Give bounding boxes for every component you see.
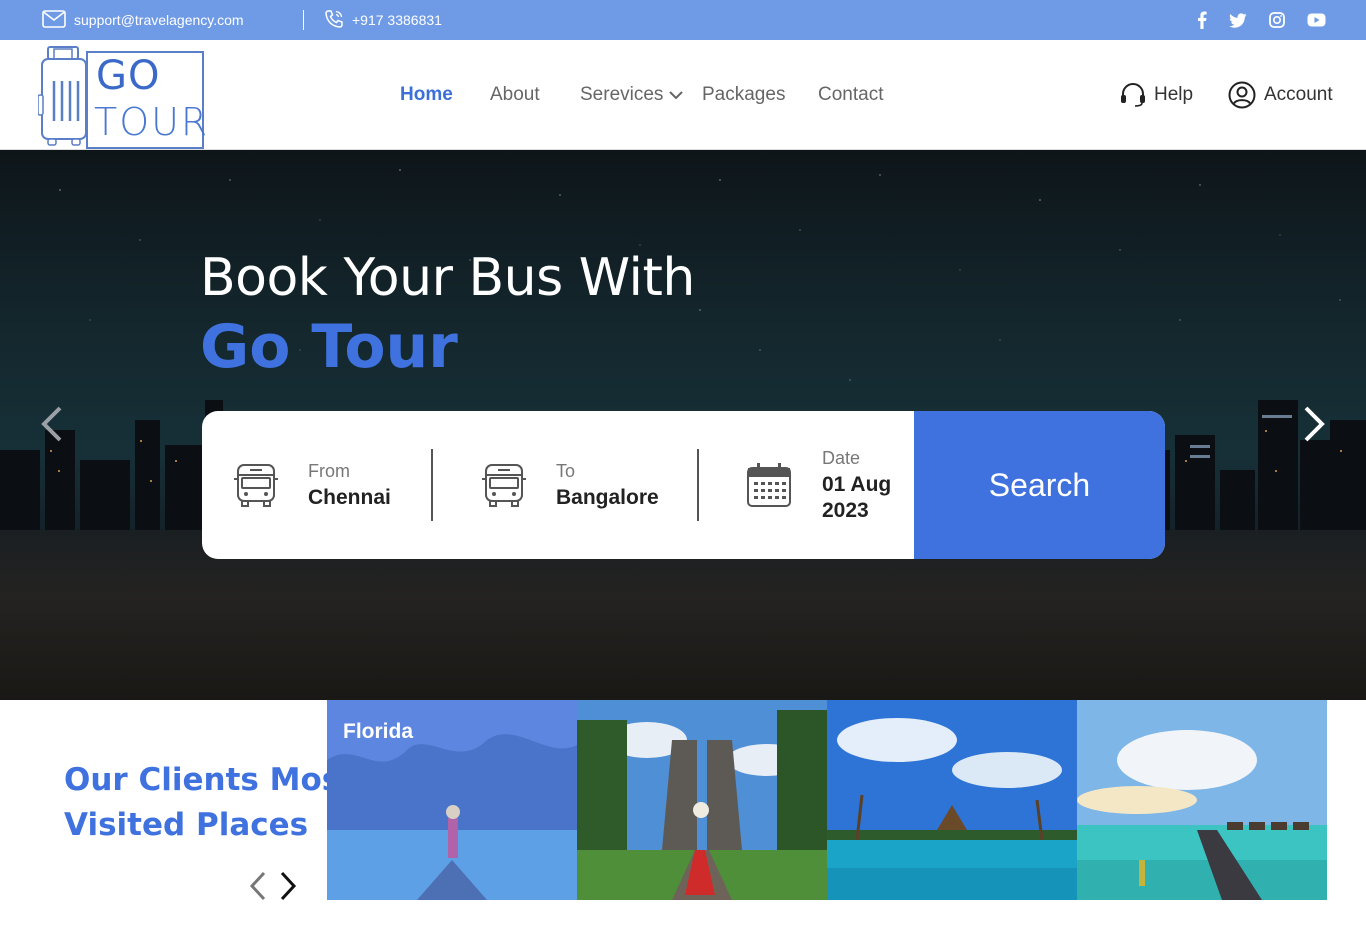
date-value-year: 2023 <box>822 498 869 522</box>
place-card-resort[interactable] <box>827 700 1077 900</box>
mail-icon <box>42 9 74 31</box>
instagram-icon[interactable] <box>1269 12 1285 28</box>
visited-places-section: Our Clients Most Visited Places Florida <box>0 700 1366 947</box>
bus-icon <box>482 464 526 507</box>
bus-search-form: From Chennai To Bangalore Date 01 Aug 20… <box>202 411 1165 559</box>
nav-home[interactable]: Home <box>400 84 453 106</box>
email-text: support@travelagency.com <box>74 12 244 28</box>
chevron-right-icon <box>1304 406 1325 442</box>
date-field[interactable]: Date 01 Aug 2023 <box>746 411 891 559</box>
hero-banner: Book Your Bus With Go Tour From Chennai … <box>0 150 1366 700</box>
calendar-icon <box>747 463 791 507</box>
nav-services-label: Serevices <box>580 84 664 105</box>
chevron-right-icon[interactable] <box>278 870 298 902</box>
visited-heading-line2: Visited Places <box>64 807 309 843</box>
visited-heading-line1: Our Clients Most <box>64 762 356 798</box>
place-card-temple[interactable] <box>577 700 827 900</box>
temple-gate-image <box>577 700 827 900</box>
facebook-icon[interactable] <box>1197 11 1207 29</box>
account-link[interactable]: Account <box>1228 40 1333 150</box>
suitcase-icon <box>38 46 87 146</box>
nav-about[interactable]: About <box>490 84 540 106</box>
date-label: Date <box>822 447 861 468</box>
place-card-maldives[interactable] <box>1077 700 1327 900</box>
phone-contact[interactable]: +917 3386831 <box>324 0 442 40</box>
headset-icon <box>1121 83 1145 107</box>
places-carousel-controls <box>248 870 298 902</box>
place-label: Florida <box>343 720 414 743</box>
topbar-divider <box>303 10 304 30</box>
email-contact[interactable]: support@travelagency.com <box>42 0 244 40</box>
to-field[interactable]: To Bangalore <box>480 411 659 559</box>
help-link[interactable]: Help <box>1120 40 1193 150</box>
chevron-left-icon <box>41 406 62 442</box>
logo-text-go: GO <box>96 53 161 99</box>
user-icon <box>1228 81 1256 109</box>
from-label: From <box>308 460 350 481</box>
account-label: Account <box>1264 84 1333 105</box>
to-label: To <box>556 460 576 481</box>
resort-pool-image <box>827 700 1077 900</box>
hero-next-arrow[interactable] <box>1302 405 1328 447</box>
nav-services[interactable]: Serevices <box>580 84 684 106</box>
logo-text-tour: TOUR <box>94 100 210 144</box>
date-value-day: 01 Aug <box>822 472 892 496</box>
field-divider <box>697 449 699 521</box>
phone-icon <box>324 9 352 32</box>
twitter-icon[interactable] <box>1229 12 1247 28</box>
help-label: Help <box>1154 84 1194 105</box>
hero-heading: Book Your Bus With <box>200 248 695 308</box>
to-value: Bangalore <box>556 485 659 509</box>
nav-packages[interactable]: Packages <box>702 84 785 106</box>
search-button[interactable]: Search <box>914 411 1165 559</box>
from-field[interactable]: From Chennai <box>232 411 391 559</box>
overwater-villas-image <box>1077 700 1327 900</box>
youtube-icon[interactable] <box>1307 13 1326 27</box>
hero-brand-heading: Go Tour <box>200 312 458 382</box>
visited-heading: Our Clients Most Visited Places <box>64 758 355 848</box>
field-divider <box>431 449 433 521</box>
nav-contact[interactable]: Contact <box>818 84 883 106</box>
phone-text: +917 3386831 <box>352 12 442 28</box>
hero-prev-arrow[interactable] <box>38 405 64 447</box>
go-tour-logo[interactable]: GO TOUR <box>38 45 208 149</box>
chevron-left-icon[interactable] <box>248 870 268 902</box>
chevron-down-icon <box>669 90 684 99</box>
place-card-florida[interactable]: Florida <box>327 700 577 900</box>
top-contact-bar: support@travelagency.com +917 3386831 <box>0 0 1366 40</box>
bus-icon <box>234 464 278 507</box>
from-value: Chennai <box>308 485 391 509</box>
social-links <box>1197 0 1326 40</box>
places-gallery: Florida <box>327 700 1327 900</box>
